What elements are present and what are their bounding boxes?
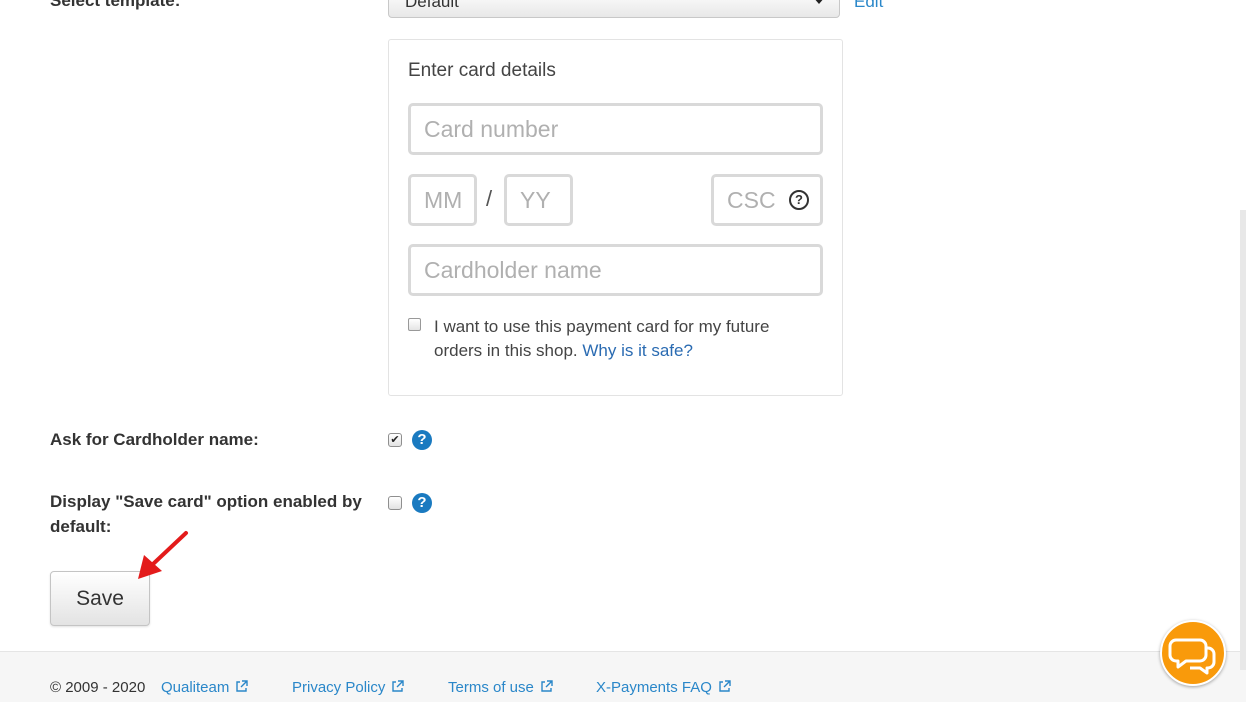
- red-arrow-annotation: [138, 531, 188, 579]
- expiry-year-input[interactable]: [504, 174, 573, 226]
- external-link-icon: [540, 680, 553, 697]
- template-select[interactable]: Default: [388, 0, 840, 18]
- chevron-down-icon: [813, 0, 825, 4]
- ask-cardholder-label: Ask for Cardholder name:: [50, 430, 259, 449]
- expiry-month-input[interactable]: [408, 174, 477, 226]
- ask-cardholder-checkbox[interactable]: ✔: [388, 433, 402, 447]
- template-select-value: Default: [405, 0, 459, 11]
- chat-bubbles-icon: [1168, 638, 1216, 675]
- chat-widget-button[interactable]: [1160, 620, 1226, 686]
- footer-link-terms[interactable]: Terms of use: [448, 679, 553, 697]
- help-icon[interactable]: ?: [412, 430, 432, 450]
- cardholder-name-input[interactable]: [408, 244, 823, 296]
- save-card-default-label: Display "Save card" option enabled by de…: [50, 492, 362, 536]
- select-template-label: Select template:: [50, 0, 181, 10]
- footer: © 2009 - 2020 Qualiteam Privacy Policy T…: [0, 651, 1246, 702]
- card-details-title: Enter card details: [408, 60, 556, 81]
- why-safe-link[interactable]: Why is it safe?: [582, 341, 693, 360]
- expiry-separator: /: [486, 186, 493, 211]
- footer-link-label: Qualiteam: [161, 679, 230, 696]
- save-card-text: I want to use this payment card for my f…: [434, 315, 814, 363]
- scrollbar[interactable]: [1240, 210, 1246, 670]
- edit-template-link[interactable]: Edit: [854, 0, 883, 12]
- question-circle-icon[interactable]: ?: [789, 190, 809, 210]
- copyright-text: © 2009 - 2020: [50, 679, 146, 696]
- external-link-icon: [391, 680, 405, 697]
- help-icon[interactable]: ?: [412, 493, 432, 513]
- footer-link-qualiteam[interactable]: Qualiteam: [161, 679, 249, 697]
- footer-link-privacy[interactable]: Privacy Policy: [292, 679, 405, 697]
- external-link-icon: [718, 680, 731, 697]
- footer-link-faq[interactable]: X-Payments FAQ: [596, 679, 731, 697]
- card-number-input[interactable]: [408, 103, 823, 155]
- save-card-default-checkbox[interactable]: [388, 496, 402, 510]
- footer-link-label: X-Payments FAQ: [596, 679, 712, 696]
- footer-link-label: Privacy Policy: [292, 679, 386, 696]
- save-card-checkbox[interactable]: [408, 318, 421, 331]
- footer-link-label: Terms of use: [448, 679, 534, 696]
- external-link-icon: [235, 680, 249, 697]
